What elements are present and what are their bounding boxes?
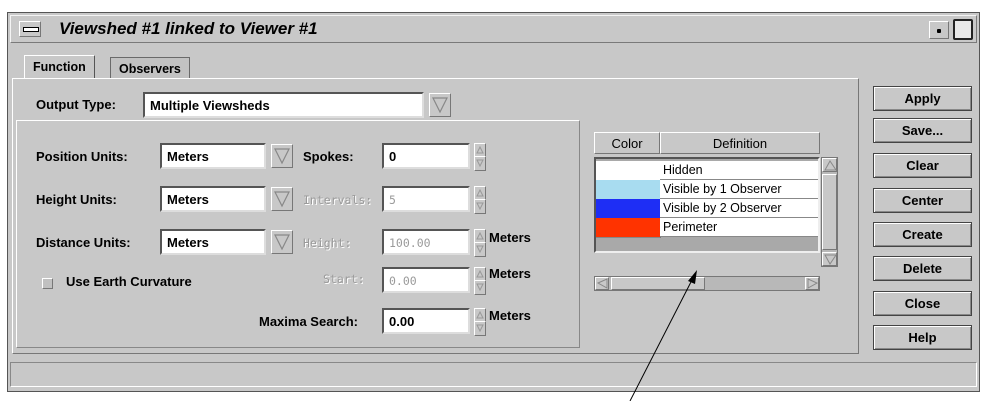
position-units-dropdown-button[interactable] [271, 144, 293, 168]
tab-observers[interactable]: Observers [110, 57, 190, 79]
scroll-thumb[interactable] [611, 277, 705, 290]
table-row[interactable]: Visible by 2 Observer [596, 199, 818, 219]
table-vertical-scrollbar[interactable] [821, 157, 838, 267]
window-menu-button[interactable] [19, 21, 41, 37]
spokes-stepper[interactable] [474, 143, 486, 171]
arrow-up-icon [824, 160, 837, 171]
scroll-left-button[interactable] [595, 277, 609, 290]
stepper-down-button[interactable] [474, 321, 486, 336]
intervals-label: Intervals: [303, 193, 373, 207]
table-row[interactable]: Hidden [596, 161, 818, 181]
height-unit-label: Meters [489, 230, 531, 245]
help-button[interactable]: Help [873, 325, 972, 350]
status-bar [10, 362, 977, 387]
definition-cell[interactable]: Hidden [660, 161, 818, 180]
maxima-unit-label: Meters [489, 308, 531, 323]
stepper-down-button[interactable] [474, 156, 486, 171]
spokes-input[interactable]: 0 [382, 143, 470, 169]
table-row[interactable]: Perimeter [596, 218, 818, 238]
definition-column-header[interactable]: Definition [660, 132, 820, 154]
start-stepper[interactable] [474, 267, 486, 295]
center-button[interactable]: Center [873, 188, 972, 213]
chevron-down-icon [274, 234, 290, 251]
height-input[interactable]: 100.00 [382, 229, 470, 255]
minimize-button[interactable] [929, 21, 949, 39]
distance-units-dropdown-button[interactable] [271, 230, 293, 254]
scroll-thumb[interactable] [822, 174, 837, 250]
color-column-header[interactable]: Color [594, 132, 660, 154]
arrow-down-icon [824, 254, 837, 265]
window-title: Viewshed #1 linked to Viewer #1 [59, 19, 318, 38]
scroll-right-button[interactable] [805, 277, 819, 290]
stepper-down-button[interactable] [474, 280, 486, 295]
color-swatch[interactable] [596, 218, 661, 238]
table-row[interactable]: Visible by 1 Observer [596, 180, 818, 200]
intervals-input[interactable]: 5 [382, 186, 470, 212]
height-units-dropdown-button[interactable] [271, 187, 293, 211]
arrow-right-icon [807, 278, 819, 289]
table-horizontal-scrollbar[interactable] [594, 276, 820, 291]
color-swatch[interactable] [596, 161, 661, 181]
height-units-select[interactable]: Meters [160, 186, 266, 212]
earth-curvature-label: Use Earth Curvature [66, 274, 192, 289]
save-button[interactable]: Save... [873, 118, 972, 143]
start-input[interactable]: 0.00 [382, 267, 470, 293]
color-swatch[interactable] [596, 199, 661, 219]
maxima-search-label: Maxima Search: [259, 314, 358, 329]
definition-cell[interactable]: Visible by 2 Observer [660, 199, 818, 218]
distance-units-label: Distance Units: [36, 235, 131, 250]
output-type-label: Output Type: [36, 97, 116, 112]
clear-button[interactable]: Clear [873, 153, 972, 178]
arrow-left-icon [597, 278, 608, 289]
tab-function[interactable]: Function [24, 55, 95, 79]
definition-cell[interactable]: Visible by 1 Observer [660, 180, 818, 199]
stepper-down-button[interactable] [474, 199, 486, 214]
position-units-label: Position Units: [36, 149, 128, 164]
color-swatch[interactable] [596, 180, 661, 200]
scroll-down-button[interactable] [822, 252, 837, 266]
color-table: Hidden Visible by 1 Observer Visible by … [594, 157, 820, 253]
position-units-select[interactable]: Meters [160, 143, 266, 169]
stepper-down-button[interactable] [474, 242, 486, 257]
delete-button[interactable]: Delete [873, 256, 972, 281]
maxima-search-input[interactable]: 0.00 [382, 308, 470, 334]
start-unit-label: Meters [489, 266, 531, 281]
earth-curvature-checkbox[interactable] [42, 278, 53, 289]
apply-button[interactable]: Apply [873, 86, 972, 111]
distance-units-select[interactable]: Meters [160, 229, 266, 255]
chevron-down-icon [274, 148, 290, 165]
title-bar: Viewshed #1 linked to Viewer #1 [10, 15, 977, 43]
height-stepper[interactable] [474, 229, 486, 257]
create-button[interactable]: Create [873, 222, 972, 247]
maximize-button[interactable] [953, 19, 973, 40]
definition-cell[interactable]: Perimeter [660, 218, 818, 237]
height-units-label: Height Units: [36, 192, 117, 207]
intervals-stepper[interactable] [474, 186, 486, 214]
start-label: Start: [323, 272, 365, 286]
spokes-label: Spokes: [303, 149, 354, 164]
maxima-search-stepper[interactable] [474, 308, 486, 336]
output-type-dropdown-button[interactable] [429, 93, 451, 117]
chevron-down-icon [274, 191, 290, 208]
height-label: Height: [303, 236, 352, 250]
chevron-down-icon [432, 97, 448, 114]
scroll-up-button[interactable] [822, 158, 837, 172]
close-button[interactable]: Close [873, 291, 972, 316]
output-type-select[interactable]: Multiple Viewsheds [143, 92, 424, 118]
